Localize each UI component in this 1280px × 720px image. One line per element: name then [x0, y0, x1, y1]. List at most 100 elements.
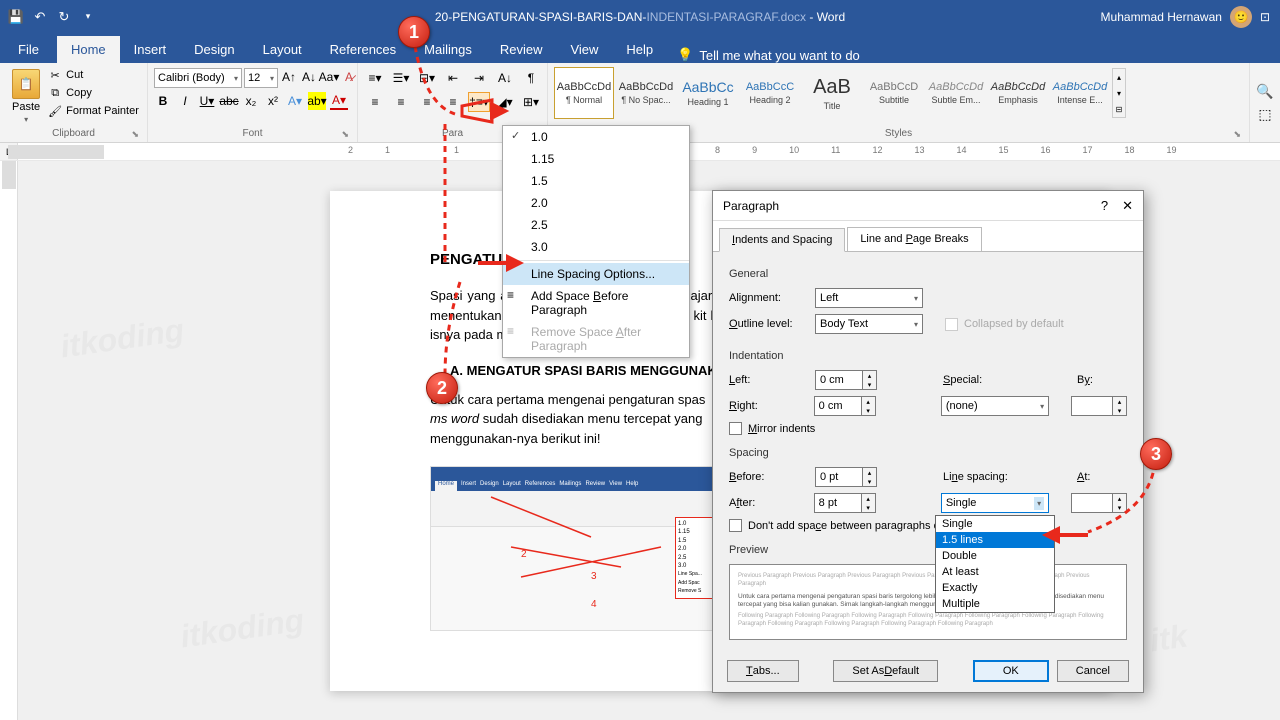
close-icon[interactable]: ✕ [1122, 198, 1133, 214]
special-select[interactable]: (none)▾ [941, 396, 1049, 416]
sort-button[interactable]: A↓ [494, 68, 516, 88]
tab-references[interactable]: References [316, 36, 410, 63]
tabs-button[interactable]: Tabs... [727, 660, 799, 682]
superscript-button[interactable]: x² [264, 92, 282, 110]
tab-view[interactable]: View [556, 36, 612, 63]
ls-remove-after[interactable]: ≡Remove Space After Paragraph [503, 321, 689, 357]
ls-option-15[interactable]: 1.5 [503, 170, 689, 192]
style-intense-em[interactable]: AaBbCcDdIntense E... [1050, 67, 1110, 119]
user-avatar-icon[interactable]: 🙂 [1230, 6, 1252, 28]
ls-option-20[interactable]: 2.0 [503, 192, 689, 214]
by-spinner[interactable]: ▴▾ [1113, 396, 1127, 416]
ls-option-30[interactable]: 3.0 [503, 236, 689, 258]
style-heading2[interactable]: AaBbCcCHeading 2 [740, 67, 800, 119]
ls-combo-double[interactable]: Double [936, 548, 1054, 564]
styles-gallery[interactable]: AaBbCcDd¶ Normal AaBbCcDd¶ No Spac... Aa… [554, 65, 1126, 121]
style-emphasis[interactable]: AaBbCcDdEmphasis [988, 67, 1048, 119]
redo-icon[interactable]: ↻ [54, 7, 74, 27]
by-input[interactable] [1071, 396, 1113, 416]
find-icon[interactable]: 🔍 [1256, 83, 1273, 100]
before-spinner[interactable]: ▴▾ [863, 467, 877, 487]
text-effects-icon[interactable]: A▾ [286, 92, 304, 110]
font-launcher-icon[interactable]: ⬊ [341, 129, 349, 140]
indent-right-input[interactable]: 0 cm [814, 396, 862, 416]
mirror-checkbox[interactable] [729, 422, 742, 435]
tab-help[interactable]: Help [612, 36, 667, 63]
font-name-combo[interactable]: Calibri (Body)▾ [154, 68, 242, 88]
style-subtle-em[interactable]: AaBbCcDdSubtle Em... [926, 67, 986, 119]
tab-review[interactable]: Review [486, 36, 557, 63]
style-normal[interactable]: AaBbCcDd¶ Normal [554, 67, 614, 119]
italic-button[interactable]: I [176, 92, 194, 110]
undo-icon[interactable]: ↶ [30, 7, 50, 27]
font-color-icon[interactable]: A▾ [330, 92, 348, 110]
style-heading1[interactable]: AaBbCcHeading 1 [678, 67, 738, 119]
dont-add-checkbox[interactable] [729, 519, 742, 532]
grow-font-icon[interactable]: A↑ [280, 68, 298, 86]
change-case-icon[interactable]: Aa▾ [320, 68, 338, 86]
vertical-ruler[interactable] [0, 161, 18, 720]
select-icon[interactable]: ⬚ [1258, 106, 1271, 123]
after-spinner[interactable]: ▴▾ [862, 493, 876, 513]
style-subtitle[interactable]: AaBbCcDSubtitle [864, 67, 924, 119]
ls-combo-atleast[interactable]: At least [936, 564, 1054, 580]
indent-left-input[interactable]: 0 cm [815, 370, 863, 390]
ls-combo-15lines[interactable]: 1.5 lines [936, 532, 1054, 548]
set-default-button[interactable]: Set As Default [833, 660, 938, 682]
clear-formatting-icon[interactable]: A̷ [340, 68, 358, 86]
ls-combo-single[interactable]: Single [936, 516, 1054, 532]
save-icon[interactable]: 💾 [6, 7, 26, 27]
paste-button[interactable]: 📋 Paste ▾ [6, 65, 46, 128]
after-input[interactable]: 8 pt [814, 493, 862, 513]
bullets-button[interactable]: ≡▾ [364, 68, 386, 88]
style-nospacing[interactable]: AaBbCcDd¶ No Spac... [616, 67, 676, 119]
ribbon-options-icon[interactable]: ⊡ [1260, 10, 1270, 24]
ls-option-25[interactable]: 2.5 [503, 214, 689, 236]
strike-button[interactable]: abc [220, 92, 238, 110]
borders-button[interactable]: ⊞▾ [520, 92, 542, 112]
dialog-tab-indents[interactable]: Indents and Spacing [719, 228, 845, 252]
copy-button[interactable]: ⧉Copy [46, 85, 141, 101]
tab-file[interactable]: File [0, 36, 57, 63]
ls-options-item[interactable]: Line Spacing Options... [503, 263, 689, 285]
clipboard-launcher-icon[interactable]: ⬊ [131, 129, 139, 140]
qat-more-icon[interactable]: ▾ [78, 7, 98, 27]
tell-me-search[interactable]: 💡 Tell me what you want to do [677, 47, 860, 63]
tab-home[interactable]: Home [57, 36, 120, 63]
alignment-select[interactable]: Left▾ [815, 288, 923, 308]
cut-button[interactable]: ✂Cut [46, 67, 141, 83]
tab-insert[interactable]: Insert [120, 36, 181, 63]
highlight-icon[interactable]: ab▾ [308, 92, 326, 110]
format-painter-button[interactable]: 🖌Format Painter [46, 103, 141, 119]
underline-button[interactable]: U▾ [198, 92, 216, 110]
dialog-tab-breaks[interactable]: Line and Page Breaks [847, 227, 981, 251]
subscript-button[interactable]: x₂ [242, 92, 260, 110]
bold-button[interactable]: B [154, 92, 172, 110]
ls-combo-multiple[interactable]: Multiple [936, 596, 1054, 612]
styles-launcher-icon[interactable]: ⬊ [1233, 129, 1241, 140]
style-title[interactable]: AaBTitle [802, 67, 862, 119]
outline-select[interactable]: Body Text▾ [815, 314, 923, 334]
ok-button[interactable]: OK [973, 660, 1049, 682]
collapsed-label: Collapsed by default [964, 318, 1064, 330]
ls-option-10[interactable]: ✓1.0 [503, 126, 689, 148]
ls-combo-exactly[interactable]: Exactly [936, 580, 1054, 596]
arrow-annotation-3 [1040, 522, 1090, 552]
callout-3: 3 [1140, 438, 1172, 470]
align-left-button[interactable]: ≡ [364, 92, 386, 112]
tab-layout[interactable]: Layout [249, 36, 316, 63]
indent-right-spinner[interactable]: ▴▾ [862, 396, 876, 416]
tab-design[interactable]: Design [180, 36, 248, 63]
ls-option-115[interactable]: 1.15 [503, 148, 689, 170]
cancel-button[interactable]: Cancel [1057, 660, 1129, 682]
shrink-font-icon[interactable]: A↓ [300, 68, 318, 86]
increase-indent-button[interactable]: ⇥ [468, 68, 490, 88]
help-icon[interactable]: ? [1101, 198, 1108, 214]
before-input[interactable]: 0 pt [815, 467, 863, 487]
indent-left-spinner[interactable]: ▴▾ [863, 370, 877, 390]
styles-scroll[interactable]: ▴▾⊟ [1112, 68, 1126, 118]
font-size-combo[interactable]: 12▾ [244, 68, 278, 88]
linespacing-select[interactable]: Single▾ [941, 493, 1049, 513]
ls-add-before[interactable]: ≡Add Space Before Paragraph [503, 285, 689, 321]
show-marks-button[interactable]: ¶ [520, 68, 542, 88]
